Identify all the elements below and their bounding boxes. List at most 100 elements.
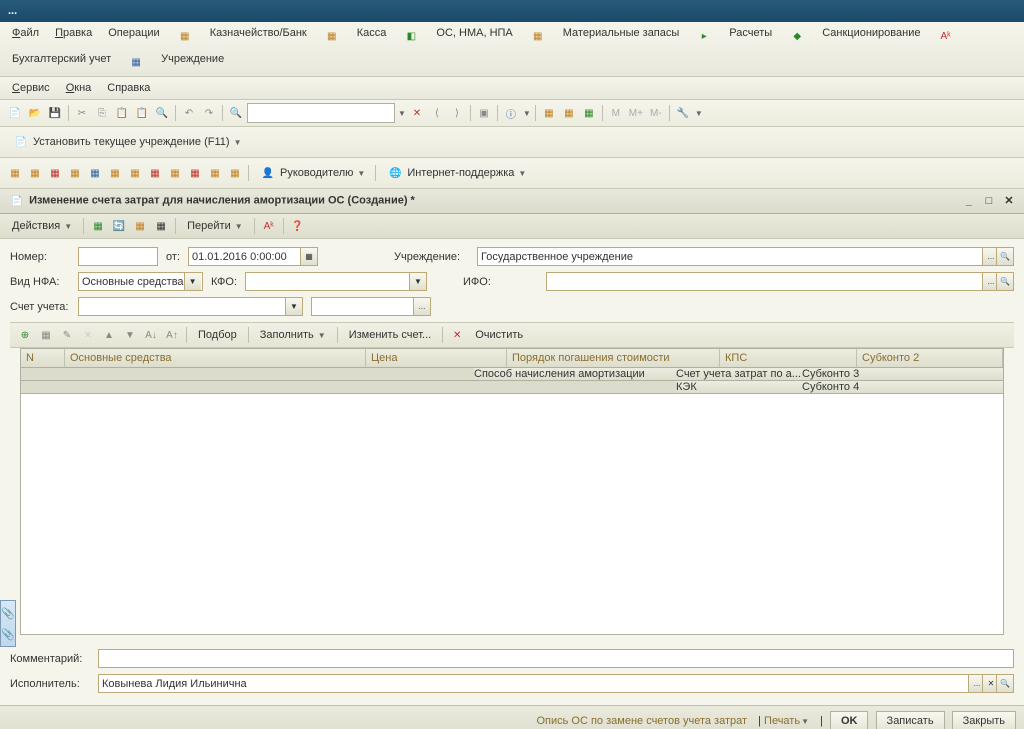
col-sub4[interactable]: Субконто 4 [802,381,1003,393]
menu-accounting[interactable]: Бухгалтерский учет [6,51,117,73]
col-schet[interactable]: Счет учета затрат по а... [676,368,802,380]
ifo-input[interactable]: ... 🔍 [546,272,1014,291]
m-icon[interactable]: M [607,104,625,122]
vidnfa-input[interactable]: Основные средства ▼ [78,272,203,291]
act-doc-icon[interactable]: ▦ [131,217,149,235]
grid-body[interactable] [21,394,1003,634]
fill-button[interactable]: Заполнить▼ [254,326,332,344]
r6-icon[interactable]: ▦ [106,164,124,182]
act-refresh-icon[interactable]: 🔄 [110,217,128,235]
menu-calc[interactable]: Расчеты [723,25,778,47]
r8-icon[interactable]: ▦ [146,164,164,182]
act-ak-icon[interactable]: Aᵏ [260,217,278,235]
delete-row-icon[interactable]: ✕ [79,326,97,344]
r4-icon[interactable]: ▦ [66,164,84,182]
maximize-button[interactable]: □ [982,195,996,209]
pin-icon[interactable]: 📎 [1,607,15,620]
pin2-icon[interactable]: 📎 [1,628,15,641]
data-grid[interactable]: N Основные средства Цена Порядок погашен… [20,348,1004,635]
support-button[interactable]: 🌐 Интернет-поддержка▼ [380,161,532,185]
col-os[interactable]: Основные средства [65,349,366,367]
print-button[interactable]: Печать▼ [764,715,809,727]
menu-treasury[interactable]: Казначейство/Банк [204,25,313,47]
institution-open-icon[interactable]: 🔍 [996,248,1013,265]
col-n[interactable]: N [21,349,65,367]
col-kek[interactable]: КЭК [676,381,802,393]
calendar-icon[interactable]: ▦ [560,104,578,122]
close-doc-button[interactable]: Закрыть [952,711,1016,729]
manager-button[interactable]: 👤 Руководителю▼ [253,161,371,185]
window-icon[interactable]: ▣ [475,104,493,122]
change-account-button[interactable]: Изменить счет... [343,326,438,344]
number-input[interactable] [78,247,158,266]
prev-icon[interactable]: ⟩ [448,104,466,122]
movedown-icon[interactable]: ▼ [121,326,139,344]
col-por[interactable]: Порядок погашения стоимости [507,349,720,367]
sort-desc-icon[interactable]: A↑ [163,326,181,344]
cut-icon[interactable]: ✂ [73,104,91,122]
copy-row-icon[interactable]: ▦ [37,326,55,344]
pick-button[interactable]: Подбор [192,326,243,344]
institution-input[interactable]: Государственное учреждение ... 🔍 [477,247,1014,266]
act-list-icon[interactable]: ▦ [152,217,170,235]
menu-operations[interactable]: Операции [102,25,165,47]
r10-icon[interactable]: ▦ [186,164,204,182]
act-apply-icon[interactable]: ▦ [89,217,107,235]
search-icon[interactable]: 🔍 [227,104,245,122]
kfo-drop-icon[interactable]: ▼ [409,273,426,290]
act-help-icon[interactable]: ❓ [289,217,307,235]
col-price[interactable]: Цена [366,349,507,367]
moveup-icon[interactable]: ▲ [100,326,118,344]
menu-os[interactable]: ОС, НМА, НПА [430,25,518,47]
save-icon[interactable]: 💾 [46,104,64,122]
ok-button[interactable]: OK [830,711,869,729]
info-icon[interactable]: ⓘ [502,104,520,122]
undo-icon[interactable]: ↶ [180,104,198,122]
r3-icon[interactable]: ▦ [46,164,64,182]
report-link[interactable]: Опись ОС по замене счетов учета затрат [536,715,747,727]
r7-icon[interactable]: ▦ [126,164,144,182]
col-kps[interactable]: КПС [720,349,857,367]
account-extra-input[interactable]: ... [311,297,431,316]
mplus-icon[interactable]: M+ [627,104,645,122]
r2-icon[interactable]: ▦ [26,164,44,182]
col-sub2[interactable]: Субконто 2 [857,349,1003,367]
redo-icon[interactable]: ↷ [200,104,218,122]
menu-service[interactable]: Сервис [6,80,56,96]
mminus-icon[interactable]: M- [647,104,665,122]
executor-open-icon[interactable]: 🔍 [996,675,1013,692]
clear-search-icon[interactable]: ✕ [408,104,426,122]
edit-row-icon[interactable]: ✎ [58,326,76,344]
goto-button[interactable]: Перейти▼ [181,217,249,235]
paste-icon[interactable]: 📋 [113,104,131,122]
sort-asc-icon[interactable]: A↓ [142,326,160,344]
col-sposob[interactable]: Способ начисления амортизации [474,368,676,380]
calendar-picker-icon[interactable]: ▦ [300,248,317,265]
col-sub3[interactable]: Субконто 3 [802,368,1003,380]
r11-icon[interactable]: ▦ [206,164,224,182]
menu-materials[interactable]: Материальные запасы [557,25,686,47]
date-input[interactable]: 01.01.2016 0:00:00 ▦ [188,247,318,266]
save-button[interactable]: Записать [876,711,945,729]
ifo-open-icon[interactable]: 🔍 [996,273,1013,290]
close-button[interactable]: ✕ [1002,194,1016,208]
spreadsheet-icon[interactable]: ▦ [580,104,598,122]
menu-cashbox[interactable]: Касса [351,25,393,47]
account-extra-icon[interactable]: ... [413,298,430,315]
next-icon[interactable]: ⟨ [428,104,446,122]
r5-icon[interactable]: ▦ [86,164,104,182]
minimize-button[interactable]: _ [962,195,976,209]
menu-file[interactable]: Файл [6,25,45,47]
search-input[interactable] [247,103,395,123]
r12-icon[interactable]: ▦ [226,164,244,182]
r1-icon[interactable]: ▦ [6,164,24,182]
r9-icon[interactable]: ▦ [166,164,184,182]
menu-edit[interactable]: Правка [49,25,98,47]
actions-button[interactable]: Действия▼ [6,217,78,235]
wrench-icon[interactable]: 🔧 [674,104,692,122]
calc-icon2[interactable]: ▦ [540,104,558,122]
menu-windows[interactable]: Окна [60,80,98,96]
search-drop[interactable]: ▼ [398,109,406,118]
set-institution-button[interactable]: 📄 Установить текущее учреждение (F11) ▼ [6,130,248,154]
vidnfa-drop-icon[interactable]: ▼ [184,273,201,290]
